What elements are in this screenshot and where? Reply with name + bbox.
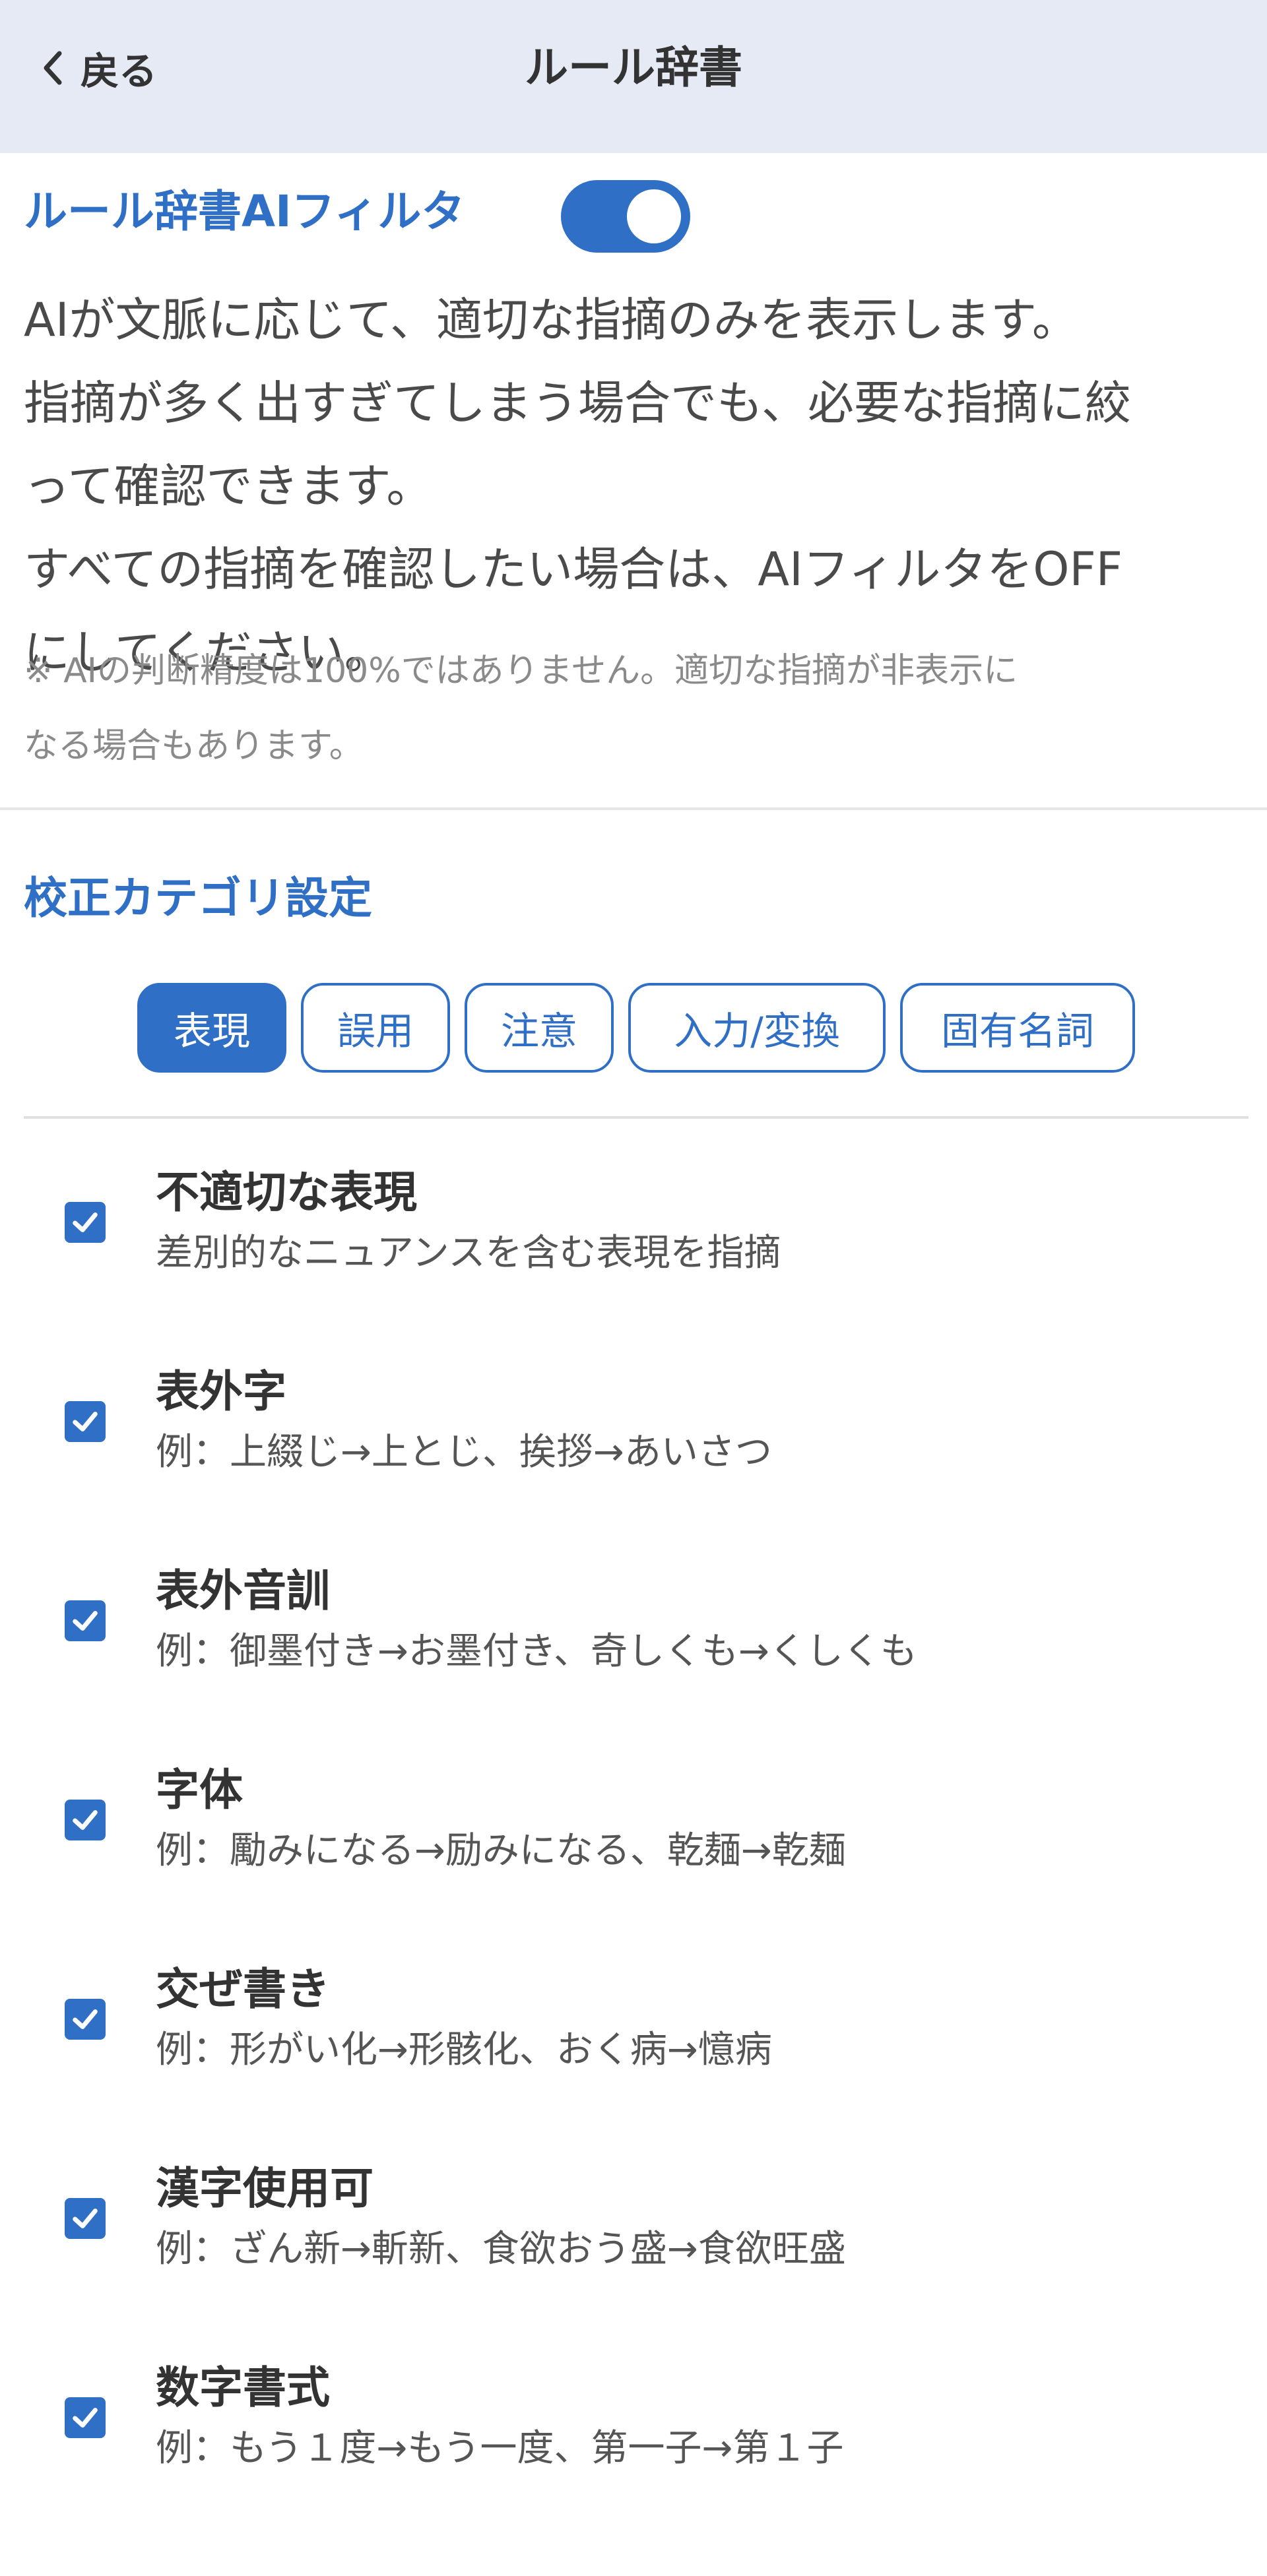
list-item: 不適切な表現 差別的なニュアンスを含む表現を指摘 <box>0 1161 1267 1319</box>
checkbox-mixed-writing[interactable] <box>65 1999 106 2040</box>
description-line: すべての指摘を確認したい場合は、AIフィルタをOFF <box>24 542 1123 596</box>
ai-filter-toggle[interactable] <box>561 180 690 253</box>
item-description: 例：上綴じ→上とじ、挨拶→あいさつ <box>156 1431 772 1474</box>
ai-filter-title: ルール辞書AIフィルタ <box>24 186 465 237</box>
ai-filter-description: AIが文脈に応じて、適切な指摘のみを表示します。 指摘が多く出すぎてしまう場合で… <box>24 278 1251 694</box>
checkbox-kanji-allowed[interactable] <box>65 2198 106 2239</box>
check-icon <box>73 1212 98 1232</box>
note-line: なる場合もあります。 <box>24 726 364 766</box>
item-description: 例：勵みになる→励みになる、乾麺→乾麺 <box>156 1829 846 1872</box>
tabs-divider <box>24 1116 1249 1119</box>
checkbox-non-joyo-kanji[interactable] <box>65 1401 106 1442</box>
tab-misuse[interactable]: 誤用 <box>301 983 450 1073</box>
list-item: 数字書式 例：もう１度→もう一度、第一子→第１子 <box>0 2356 1267 2515</box>
item-title: 数字書式 <box>156 2362 330 2413</box>
note-line: ※ AIの判断精度は100%ではありません。適切な指摘が非表示に <box>24 651 1018 691</box>
checkbox-non-joyo-reading[interactable] <box>65 1600 106 1641</box>
description-line: って確認できます。 <box>24 459 433 513</box>
item-title: 字体 <box>156 1765 243 1815</box>
category-settings-title: 校正カテゴリ設定 <box>24 873 372 924</box>
item-description: 差別的なニュアンスを含む表現を指摘 <box>156 1232 781 1274</box>
item-title: 漢字使用可 <box>156 2163 374 2214</box>
section-divider <box>0 807 1267 810</box>
item-description: 例：御墨付き→お墨付き、奇しくも→くしくも <box>156 1630 917 1673</box>
category-tabs: 表現 誤用 注意 入力/変換 固有名詞 <box>137 983 1135 1073</box>
header-bar: 戻る ルール辞書 <box>0 0 1267 153</box>
list-item: 表外音訓 例：御墨付き→お墨付き、奇しくも→くしくも <box>0 1559 1267 1718</box>
tab-input-conversion[interactable]: 入力/変換 <box>628 983 886 1073</box>
item-title: 不適切な表現 <box>156 1167 417 1218</box>
toggle-knob <box>627 189 681 243</box>
item-description: 例：もう１度→もう一度、第一子→第１子 <box>156 2427 844 2470</box>
item-title: 表外字 <box>156 1366 286 1417</box>
item-description: 例：形がい化→形骸化、おく病→憶病 <box>156 2028 772 2071</box>
description-line: AIが文脈に応じて、適切な指摘のみを表示します。 <box>24 293 1079 347</box>
check-icon <box>73 1810 98 1830</box>
tab-proper-nouns[interactable]: 固有名詞 <box>900 983 1135 1073</box>
check-icon <box>73 2009 98 2029</box>
check-icon <box>73 2209 98 2228</box>
check-icon <box>73 1611 98 1631</box>
description-line: 指摘が多く出すぎてしまう場合でも、必要な指摘に絞 <box>24 376 1131 430</box>
ai-accuracy-note: ※ AIの判断精度は100%ではありません。適切な指摘が非表示に なる場合もあり… <box>24 633 1258 784</box>
list-item: 表外字 例：上綴じ→上とじ、挨拶→あいさつ <box>0 1360 1267 1519</box>
tab-expression[interactable]: 表現 <box>137 983 286 1073</box>
item-title: 表外音訓 <box>156 1565 330 1616</box>
checkbox-character-form[interactable] <box>65 1800 106 1840</box>
item-description: 例：ざん新→斬新、食欲おう盛→食欲旺盛 <box>156 2228 846 2271</box>
check-icon <box>73 2408 98 2428</box>
tab-caution[interactable]: 注意 <box>465 983 614 1073</box>
page-title: ルール辞書 <box>525 42 742 93</box>
list-item: 交ぜ書き 例：形がい化→形骸化、おく病→憶病 <box>0 1958 1267 2116</box>
list-item: 漢字使用可 例：ざん新→斬新、食欲おう盛→食欲旺盛 <box>0 2157 1267 2315</box>
check-icon <box>73 1412 98 1431</box>
rule-dictionary-page: 戻る ルール辞書 ルール辞書AIフィルタ AIが文脈に応じて、適切な指摘のみを表… <box>0 0 1267 2576</box>
checkbox-number-format[interactable] <box>65 2397 106 2438</box>
list-item: 字体 例：勵みになる→励みになる、乾麺→乾麺 <box>0 1759 1267 1917</box>
checkbox-inappropriate-expression[interactable] <box>65 1202 106 1243</box>
item-title: 交ぜ書き <box>156 1964 330 2015</box>
